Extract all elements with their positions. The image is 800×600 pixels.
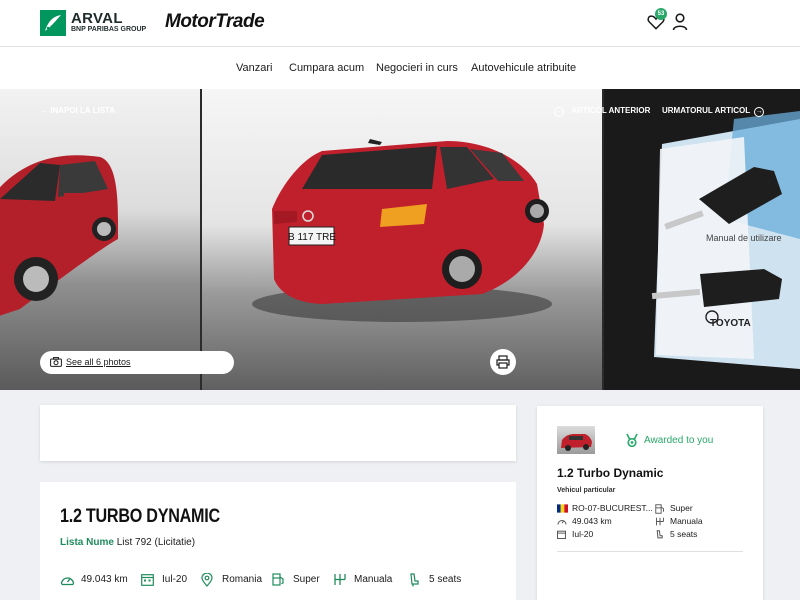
gearbox-icon [656, 517, 664, 526]
arval-leaf-icon [40, 10, 66, 36]
side-spec-location-value: RO-07-BUCUREST... [572, 503, 653, 513]
calendar-icon [141, 574, 154, 586]
nav-item-negocieri[interactable]: Negocieri in curs [376, 62, 458, 74]
side-card-divider [557, 551, 743, 552]
awarded-vehicle-card: Awarded to you 1.2 Turbo Dynamic Vehicul… [537, 406, 763, 600]
arval-logo[interactable]: ARVAL BNP PARIBAS GROUP [40, 10, 152, 38]
seat-icon [656, 530, 663, 539]
side-spec-seats-value: 5 seats [670, 529, 698, 539]
photo-gallery: B 117 TRE Manual de utilizare TOYOTA ← I… [0, 89, 800, 390]
back-to-list-link[interactable]: ← INAPOI LA LISTA [40, 106, 115, 115]
main-nav: Vanzari Cumpara acum Negocieri in curs A… [0, 47, 800, 89]
print-button[interactable] [490, 349, 516, 375]
arrow-left-icon: ← [40, 106, 48, 115]
side-vehicle-title[interactable]: 1.2 Turbo Dynamic [557, 466, 663, 480]
back-to-list-label: INAPOI LA LISTA [50, 106, 116, 115]
circle-arrow-right-icon: → [754, 107, 765, 117]
see-all-photos-label: See all 6 photos [66, 357, 131, 367]
fuel-pump-icon [272, 573, 284, 586]
speedometer-icon [60, 577, 75, 586]
next-article-label: URMATORUL ARTICOL [662, 106, 750, 115]
empty-info-card [40, 405, 516, 461]
side-spec-date-value: Iul-20 [572, 529, 594, 539]
calendar-icon [557, 530, 566, 539]
site-header: ARVAL BNP PARIBAS GROUP MotorTrade 53 [0, 0, 800, 47]
side-vehicle-type: Vehicul particular [557, 487, 616, 494]
spec-fuel-value: Super [293, 574, 320, 585]
award-medal-icon [626, 433, 638, 447]
gallery-photo-main[interactable]: B 117 TRE [202, 89, 602, 390]
vehicle-details-card: 1.2 TURBO DYNAMIC Lista Nume List 792 (L… [40, 482, 516, 600]
location-pin-icon [201, 573, 213, 587]
previous-article-link[interactable]: ← ARTICOL ANTERIOR [554, 106, 650, 117]
keys-manual-photo: Manual de utilizare TOYOTA [651, 111, 800, 369]
car-thumbnail-image [561, 434, 592, 451]
gallery-photo-next[interactable]: Manual de utilizare TOYOTA [604, 89, 800, 390]
car-rear-photo: B 117 TRE [252, 139, 552, 322]
arval-wordmark: ARVAL [71, 10, 123, 27]
car-side-photo [0, 155, 118, 316]
list-info: Lista Nume List 792 (Licitatie) [60, 537, 195, 548]
manual-brand-text: TOYOTA [710, 318, 751, 329]
see-all-photos-button[interactable]: See all 6 photos [40, 351, 234, 374]
next-article-link[interactable]: URMATORUL ARTICOL → [662, 106, 765, 117]
spec-gearbox-value: Manuala [354, 574, 393, 585]
seat-icon [410, 573, 419, 587]
nav-item-vanzari[interactable]: Vanzari [236, 62, 272, 74]
motortrade-logo[interactable]: MotorTrade [165, 11, 265, 33]
side-spec-gearbox-value: Manuala [670, 516, 703, 526]
awarded-label: Awarded to you [644, 435, 714, 446]
vehicle-specs-row: 49.043 km Iul-20 Romania Super Manuala 5… [60, 572, 500, 588]
arval-subline: BNP PARIBAS GROUP [71, 26, 147, 33]
vehicle-thumbnail[interactable] [557, 426, 595, 454]
nav-item-autovehicule-atribuite[interactable]: Autovehicule atribuite [471, 62, 576, 74]
favorites-count-badge: 53 [655, 8, 667, 20]
list-name-label[interactable]: Lista Nume [60, 537, 114, 548]
printer-icon [496, 355, 510, 369]
list-name-value: List 792 (Licitatie) [116, 537, 196, 548]
user-account-button[interactable] [672, 13, 688, 36]
speedometer-icon [557, 520, 567, 525]
circle-arrow-left-icon: ← [554, 107, 564, 117]
side-spec-fuel-value: Super [670, 503, 693, 513]
spec-country-value: Romania [222, 574, 263, 585]
user-icon [672, 13, 688, 31]
romania-flag-icon [557, 504, 568, 513]
side-spec-mileage-value: 49.043 km [572, 516, 612, 526]
license-plate-text: B 117 TRE [288, 232, 336, 243]
vehicle-title: 1.2 TURBO DYNAMIC [60, 506, 220, 527]
spec-mileage-value: 49.043 km [81, 574, 128, 585]
gearbox-icon [334, 574, 346, 585]
camera-icon [50, 357, 62, 367]
gallery-photo-previous[interactable] [0, 89, 200, 390]
nav-item-cumpara-acum[interactable]: Cumpara acum [289, 62, 364, 74]
fuel-pump-icon [655, 504, 664, 514]
spec-date-value: Iul-20 [162, 574, 188, 585]
spec-seats-value: 5 seats [429, 574, 462, 585]
manual-cover-text: Manual de utilizare [706, 233, 782, 243]
previous-article-label: ARTICOL ANTERIOR [571, 106, 651, 115]
